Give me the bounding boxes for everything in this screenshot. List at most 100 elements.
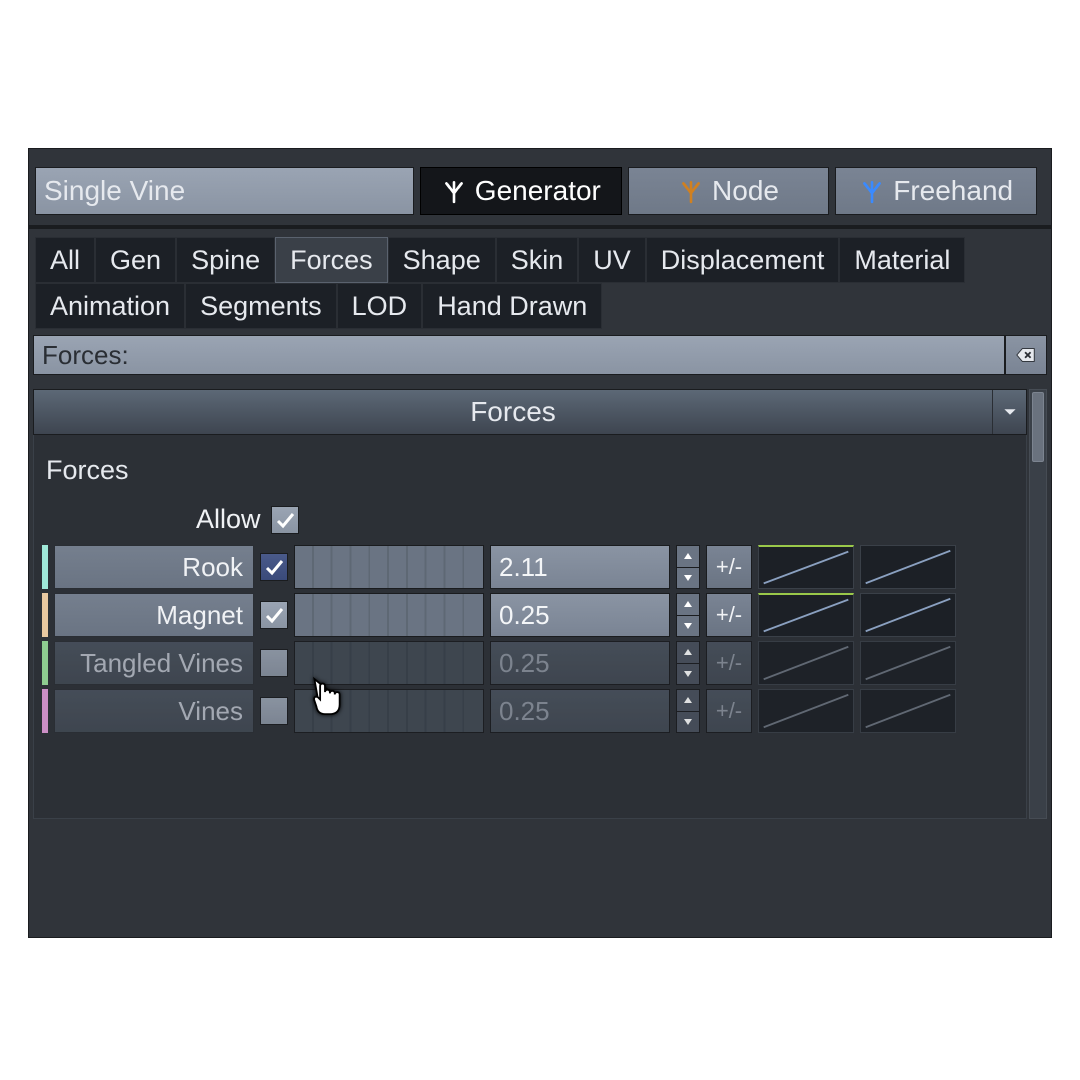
category-tab-animation[interactable]: Animation [35,283,185,329]
force-curve-profile-tangled-vines[interactable] [758,641,854,685]
spinner-down[interactable] [677,568,699,589]
force-spinner-vines[interactable] [676,689,700,733]
category-tab-segments[interactable]: Segments [185,283,337,329]
force-curve-parent-rook[interactable] [860,545,956,589]
force-spinner-magnet[interactable] [676,593,700,637]
spinner-down[interactable] [677,712,699,733]
category-tab-displacement[interactable]: Displacement [646,237,840,283]
triangle-up-icon [683,552,693,560]
triangle-down-icon [683,574,693,582]
triangle-down-icon [683,718,693,726]
check-icon [264,605,284,625]
force-curve-profile-magnet[interactable] [758,593,854,637]
check-icon [275,510,295,530]
mode-tab-freehand[interactable]: Freehand [835,167,1037,215]
force-color-pip [42,545,48,589]
force-slider-magnet[interactable] [294,593,484,637]
group-header[interactable]: Forces [33,389,1027,435]
scroll-thumb[interactable] [1032,392,1044,462]
spinner-up[interactable] [677,642,699,664]
force-row: Vines 0.25 +/- [42,689,1018,733]
force-variance-button-magnet[interactable]: +/- [706,593,752,637]
force-enable-checkbox-rook[interactable] [260,553,288,581]
spinner-down[interactable] [677,616,699,637]
allow-row: Allow [42,504,1018,535]
category-tab-material[interactable]: Material [839,237,965,283]
filter-input[interactable]: Forces: [33,335,1005,375]
mode-tab-node[interactable]: Node [628,167,830,215]
category-tab-shape[interactable]: Shape [388,237,496,283]
force-variance-button-rook[interactable]: +/- [706,545,752,589]
spinner-up[interactable] [677,594,699,616]
triangle-up-icon [683,696,693,704]
force-label[interactable]: Rook [54,545,254,589]
force-row: Tangled Vines 0.25 +/- [42,641,1018,685]
force-slider-vines[interactable] [294,689,484,733]
triangle-down-icon [683,622,693,630]
force-value-input-tangled-vines[interactable]: 0.25 [490,641,670,685]
top-row: Generator Node Freehand [29,149,1051,225]
mode-tab-generator[interactable]: Generator [420,167,622,215]
mode-label: Generator [475,175,601,207]
tree-icon [441,178,467,204]
allow-checkbox[interactable] [271,506,299,534]
main-column: Forces Forces Allow Rook 2.11 [33,389,1027,819]
generator-name-input[interactable] [35,167,414,215]
force-variance-button-vines[interactable]: +/- [706,689,752,733]
category-tab-hand-drawn[interactable]: Hand Drawn [422,283,602,329]
force-curve-parent-tangled-vines[interactable] [860,641,956,685]
category-tab-all[interactable]: All [35,237,95,283]
group-title: Forces [34,390,992,434]
force-row: Rook 2.11 +/- [42,545,1018,589]
force-enable-checkbox-tangled-vines[interactable] [260,649,288,677]
vertical-scrollbar[interactable] [1029,389,1047,819]
force-curve-parent-magnet[interactable] [860,593,956,637]
category-tab-lod[interactable]: LOD [337,283,423,329]
category-tab-gen[interactable]: Gen [95,237,176,283]
force-value-input-rook[interactable]: 2.11 [490,545,670,589]
group-menu-button[interactable] [992,390,1026,434]
category-tab-skin[interactable]: Skin [496,237,579,283]
force-color-pip [42,593,48,637]
force-color-pip [42,641,48,685]
force-label[interactable]: Magnet [54,593,254,637]
force-value-input-vines[interactable]: 0.25 [490,689,670,733]
mode-label: Node [712,175,779,207]
triangle-up-icon [683,648,693,656]
force-curve-parent-vines[interactable] [860,689,956,733]
spinner-down[interactable] [677,664,699,685]
filter-row: Forces: [33,335,1047,375]
force-row: Magnet 0.25 +/- [42,593,1018,637]
force-color-pip [42,689,48,733]
group-body: Forces Allow Rook 2.11 +/- [33,435,1027,819]
tree-icon [859,178,885,204]
spinner-up[interactable] [677,690,699,712]
category-tab-forces[interactable]: Forces [275,237,388,283]
group-subtitle: Forces [46,455,1018,486]
force-slider-tangled-vines[interactable] [294,641,484,685]
force-value-input-magnet[interactable]: 0.25 [490,593,670,637]
force-variance-button-tangled-vines[interactable]: +/- [706,641,752,685]
force-spinner-tangled-vines[interactable] [676,641,700,685]
category-tabs: AllGenSpineForcesShapeSkinUVDisplacement… [29,229,1051,329]
force-slider-rook[interactable] [294,545,484,589]
mode-label: Freehand [893,175,1013,207]
spinner-up[interactable] [677,546,699,568]
force-enable-checkbox-vines[interactable] [260,697,288,725]
backspace-x-icon [1015,344,1037,366]
chevron-down-icon [1003,405,1017,419]
tree-icon [678,178,704,204]
force-curve-profile-rook[interactable] [758,545,854,589]
category-tab-uv[interactable]: UV [578,237,646,283]
main-area: Forces Forces Allow Rook 2.11 [33,389,1047,819]
category-tab-spine[interactable]: Spine [176,237,275,283]
clear-filter-button[interactable] [1005,335,1047,375]
force-enable-checkbox-magnet[interactable] [260,601,288,629]
triangle-down-icon [683,670,693,678]
force-spinner-rook[interactable] [676,545,700,589]
force-label[interactable]: Tangled Vines [54,641,254,685]
triangle-up-icon [683,600,693,608]
check-icon [264,557,284,577]
force-label[interactable]: Vines [54,689,254,733]
force-curve-profile-vines[interactable] [758,689,854,733]
